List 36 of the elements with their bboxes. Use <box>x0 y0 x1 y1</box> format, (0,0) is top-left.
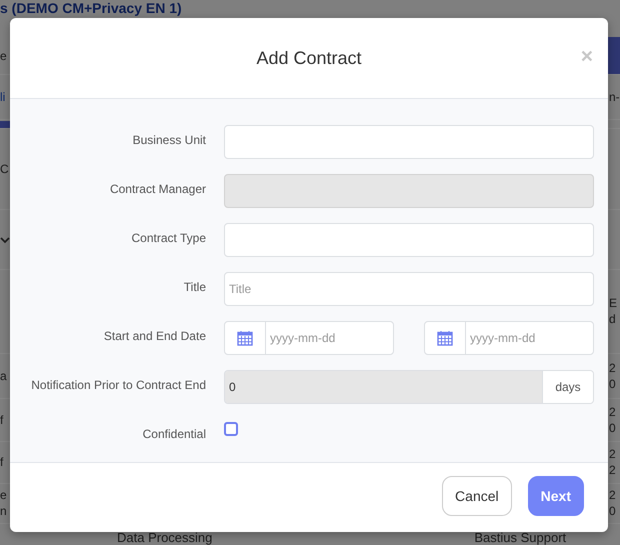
table-cell: Data Processing <box>117 530 212 545</box>
table-cell: C <box>0 162 9 176</box>
date-picker[interactable]: yyyy-mm-dd <box>224 321 394 355</box>
cancel-button[interactable]: Cancel <box>442 476 512 516</box>
field-label: Confidential <box>142 426 206 441</box>
date-picker[interactable]: yyyy-mm-dd <box>424 321 594 355</box>
chevron-down-icon <box>0 237 10 244</box>
table-cell: Bastius Support <box>474 530 566 545</box>
table-cell: f <box>0 412 4 427</box>
table-cell: f <box>0 455 4 470</box>
field-label: Start and End Date <box>102 328 206 343</box>
input-field[interactable]: Title <box>224 272 594 306</box>
page-title: s (DEMO CM+Privacy EN 1) <box>0 0 182 17</box>
table-cell: e n <box>0 488 7 518</box>
dialog-title: Add Contract <box>256 48 362 68</box>
calendar-icon <box>437 330 453 346</box>
table-cell-text: 2 2 <box>609 446 617 478</box>
next-button[interactable]: Next <box>528 476 584 516</box>
table-cell-text: E d <box>609 295 618 328</box>
input-field[interactable] <box>224 223 594 257</box>
table-cell: e <box>0 48 7 63</box>
table-cell: a <box>0 368 7 383</box>
field-label: Contract Manager <box>108 181 206 196</box>
link[interactable]: li <box>0 90 6 104</box>
table-cell-text: 2 0 <box>609 360 617 392</box>
checkbox[interactable] <box>224 422 238 436</box>
field-label: Title <box>182 279 206 294</box>
field-label: Business Unit <box>132 132 206 147</box>
field-label: Contract Type <box>130 230 206 245</box>
table-cell-text: 2 0 <box>609 487 617 520</box>
calendar-icon <box>237 330 253 346</box>
table-cell: n- <box>609 89 620 106</box>
field-label: Notification Prior to Contract End <box>30 377 206 392</box>
input-field[interactable] <box>224 125 594 159</box>
table-cell-text: 2 0 <box>609 404 617 436</box>
close-button[interactable]: × <box>580 46 593 67</box>
